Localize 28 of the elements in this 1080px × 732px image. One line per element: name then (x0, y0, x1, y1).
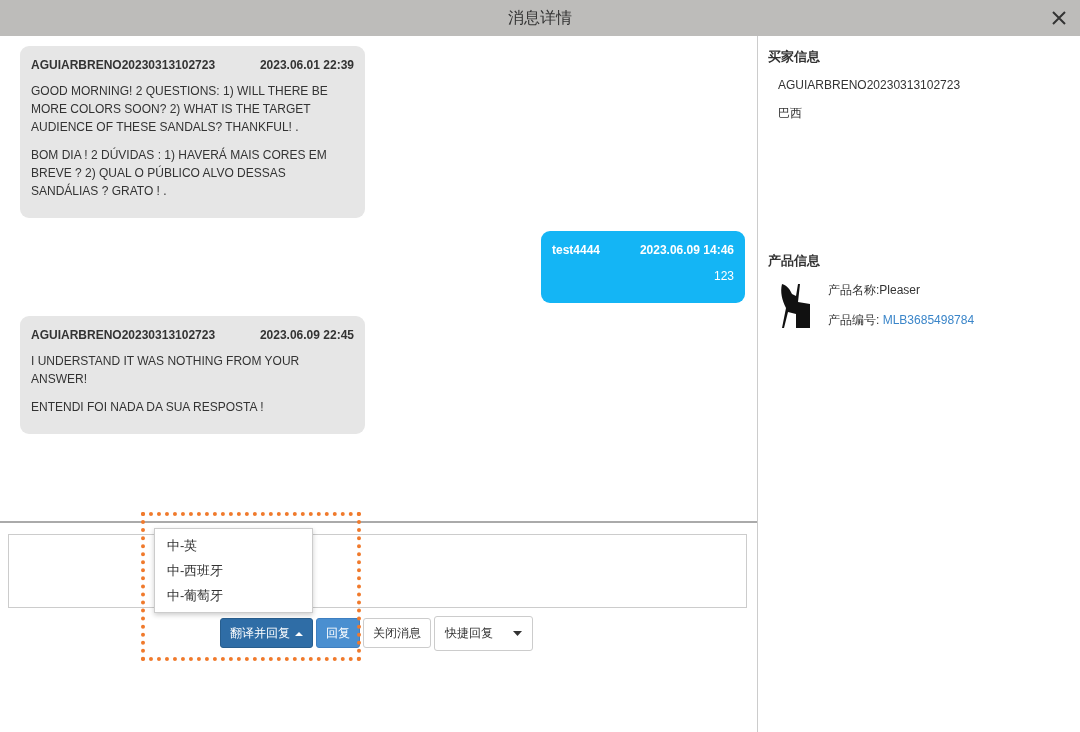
caret-icon (513, 631, 522, 636)
sender-name: test4444 (552, 243, 601, 257)
buyer-country: 巴西 (777, 105, 803, 122)
message-time: 2023.06.01 22:39 (259, 58, 354, 72)
product-id-link[interactable]: MLB3685498784 (882, 313, 975, 327)
product-name: 产品名称:Pleaser (828, 282, 922, 299)
quick-reply-dropdown[interactable]: 快捷回复 (434, 616, 533, 651)
sender-name: AGUIARBRENO20230313102723 (31, 328, 216, 342)
close-message-button[interactable]: 关闭消息 (363, 618, 431, 648)
section-heading: 买家信息 (768, 48, 821, 66)
message-text: BOM DIA ! 2 DÚVIDAS : 1) HAVERÁ MAIS CORES EM BREVE ? 2) QUAL O PÚBLICO ALVO DESSAS SANDÁLIAS ? GRATO ! . (31, 146, 328, 200)
sender-name: AGUIARBRENO20230313102723 (31, 58, 216, 72)
buyer-name: AGUIARBRENO20230313102723 (777, 78, 962, 92)
menu-item[interactable]: 中-葡萄牙 (155, 583, 312, 608)
section-heading: 产品信息 (768, 252, 821, 270)
product-id-label: 产品编号: (828, 313, 880, 327)
menu-item[interactable]: 中-西班牙 (155, 558, 312, 583)
menu-item[interactable]: 中-英 (155, 533, 312, 558)
close-icon[interactable] (1052, 11, 1066, 25)
window-title: 消息详情 (508, 7, 572, 28)
message-text: GOOD MORNING! 2 QUESTIONS: 1) WILL THERE BE MORE COLORS SOON? 2) WHAT IS THE TARGET AUDIENCE OF THESE SANDALS? THANKFUL! . (31, 83, 329, 136)
message-time: 2023.06.09 22:45 (259, 328, 354, 342)
message-text: 123 (712, 268, 734, 285)
caret-icon (295, 630, 303, 636)
message-text: ENTENDI FOI NADA DA SUA RESPOSTA ! (31, 399, 265, 416)
translate-reply-button[interactable]: 翻译并回复 (220, 618, 313, 648)
message-time: 2023.06.09 14:46 (639, 243, 734, 257)
message-text: I UNDERSTAND IT WAS NOTHING FROM YOUR ANSWER! (31, 353, 301, 388)
